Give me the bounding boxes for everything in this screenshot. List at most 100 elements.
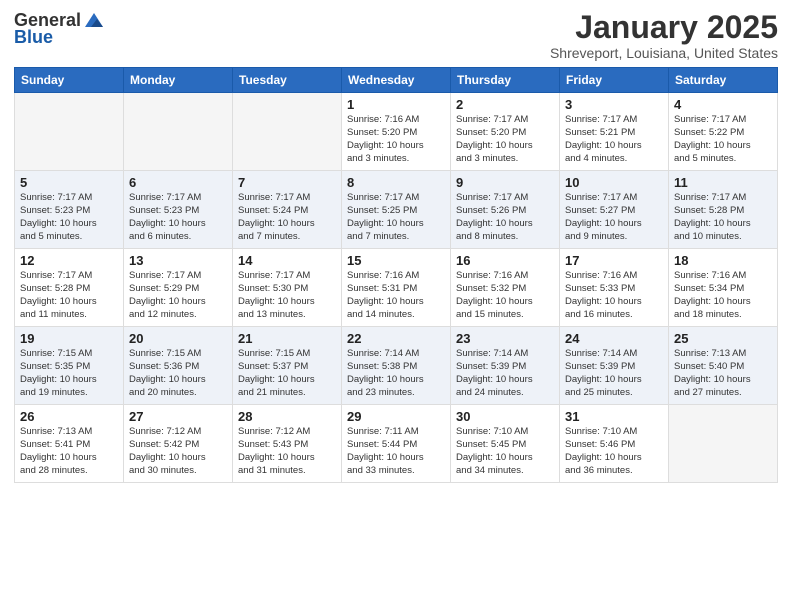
title-block: January 2025 Shreveport, Louisiana, Unit…	[550, 10, 778, 61]
cell-day-info: Sunrise: 7:16 AM Sunset: 5:33 PM Dayligh…	[565, 270, 663, 321]
table-row: 18 Sunrise: 7:16 AM Sunset: 5:34 PM Dayli…	[669, 249, 778, 327]
table-row: 11 Sunrise: 7:17 AM Sunset: 5:28 PM Dayli…	[669, 171, 778, 249]
calendar-week-row: 26Sunrise: 7:13 AM Sunset: 5:41 PM Dayli…	[15, 405, 778, 483]
cell-day-number: 19	[20, 331, 118, 346]
cell-day-info: Sunrise: 7:15 AM Sunset: 5:37 PM Dayligh…	[238, 348, 336, 399]
cell-day-info: Sunrise: 7:14 AM Sunset: 5:39 PM Dayligh…	[565, 348, 663, 399]
header-friday: Friday	[560, 68, 669, 93]
cell-day-number: 27	[129, 409, 227, 424]
cell-day-info: Sunrise: 7:17 AM Sunset: 5:24 PM Dayligh…	[238, 192, 336, 243]
cell-day-info: Sunrise: 7:14 AM Sunset: 5:38 PM Dayligh…	[347, 348, 445, 399]
calendar-subtitle: Shreveport, Louisiana, United States	[550, 45, 778, 61]
cell-day-info: Sunrise: 7:17 AM Sunset: 5:28 PM Dayligh…	[674, 192, 772, 243]
cell-day-number: 11	[674, 175, 772, 190]
table-row: 15 Sunrise: 7:16 AM Sunset: 5:31 PM Dayli…	[342, 249, 451, 327]
table-row: 24 Sunrise: 7:14 AM Sunset: 5:39 PM Dayli…	[560, 327, 669, 405]
cell-day-number: 7	[238, 175, 336, 190]
calendar-week-row: 12 Sunrise: 7:17 AM Sunset: 5:28 PM Dayli…	[15, 249, 778, 327]
table-row: 1Sunrise: 7:16 AM Sunset: 5:20 PM Daylig…	[342, 93, 451, 171]
table-row: 25Sunrise: 7:13 AM Sunset: 5:40 PM Dayli…	[669, 327, 778, 405]
header: General Blue January 2025 Shreveport, Lo…	[14, 10, 778, 61]
cell-day-info: Sunrise: 7:17 AM Sunset: 5:28 PM Dayligh…	[20, 270, 118, 321]
cell-day-number: 16	[456, 253, 554, 268]
cell-day-number: 4	[674, 97, 772, 112]
cell-day-number: 15	[347, 253, 445, 268]
table-row: 19 Sunrise: 7:15 AM Sunset: 5:35 PM Dayli…	[15, 327, 124, 405]
cell-day-info: Sunrise: 7:17 AM Sunset: 5:25 PM Dayligh…	[347, 192, 445, 243]
table-row: 23 Sunrise: 7:14 AM Sunset: 5:39 PM Dayli…	[451, 327, 560, 405]
cell-day-number: 12	[20, 253, 118, 268]
header-thursday: Thursday	[451, 68, 560, 93]
cell-day-info: Sunrise: 7:17 AM Sunset: 5:20 PM Dayligh…	[456, 114, 554, 165]
table-row: 5Sunrise: 7:17 AM Sunset: 5:23 PM Daylig…	[15, 171, 124, 249]
table-row: 6Sunrise: 7:17 AM Sunset: 5:23 PM Daylig…	[124, 171, 233, 249]
cell-day-number: 10	[565, 175, 663, 190]
calendar-table: Sunday Monday Tuesday Wednesday Thursday…	[14, 67, 778, 483]
table-row: 16 Sunrise: 7:16 AM Sunset: 5:32 PM Dayli…	[451, 249, 560, 327]
cell-day-info: Sunrise: 7:10 AM Sunset: 5:46 PM Dayligh…	[565, 426, 663, 477]
cell-day-number: 26	[20, 409, 118, 424]
logo-blue: Blue	[14, 27, 53, 48]
cell-day-info: Sunrise: 7:17 AM Sunset: 5:27 PM Dayligh…	[565, 192, 663, 243]
cell-day-info: Sunrise: 7:17 AM Sunset: 5:22 PM Dayligh…	[674, 114, 772, 165]
table-row: 22 Sunrise: 7:14 AM Sunset: 5:38 PM Dayli…	[342, 327, 451, 405]
cell-day-info: Sunrise: 7:16 AM Sunset: 5:31 PM Dayligh…	[347, 270, 445, 321]
cell-day-number: 3	[565, 97, 663, 112]
table-row: 17 Sunrise: 7:16 AM Sunset: 5:33 PM Dayli…	[560, 249, 669, 327]
header-wednesday: Wednesday	[342, 68, 451, 93]
table-row: 9 Sunrise: 7:17 AM Sunset: 5:26 PM Daylig…	[451, 171, 560, 249]
cell-day-info: Sunrise: 7:11 AM Sunset: 5:44 PM Dayligh…	[347, 426, 445, 477]
cell-day-info: Sunrise: 7:17 AM Sunset: 5:26 PM Dayligh…	[456, 192, 554, 243]
cell-day-number: 21	[238, 331, 336, 346]
table-row: 29 Sunrise: 7:11 AM Sunset: 5:44 PM Dayli…	[342, 405, 451, 483]
cell-day-number: 8	[347, 175, 445, 190]
cell-day-number: 5	[20, 175, 118, 190]
cell-day-number: 9	[456, 175, 554, 190]
weekday-header-row: Sunday Monday Tuesday Wednesday Thursday…	[15, 68, 778, 93]
cell-day-info: Sunrise: 7:12 AM Sunset: 5:42 PM Dayligh…	[129, 426, 227, 477]
cell-day-number: 17	[565, 253, 663, 268]
table-row	[124, 93, 233, 171]
cell-day-number: 1	[347, 97, 445, 112]
cell-day-number: 18	[674, 253, 772, 268]
table-row: 3 Sunrise: 7:17 AM Sunset: 5:21 PM Daylig…	[560, 93, 669, 171]
cell-day-number: 30	[456, 409, 554, 424]
cell-day-number: 2	[456, 97, 554, 112]
table-row: 13 Sunrise: 7:17 AM Sunset: 5:29 PM Dayli…	[124, 249, 233, 327]
table-row: 27 Sunrise: 7:12 AM Sunset: 5:42 PM Dayli…	[124, 405, 233, 483]
table-row: 2 Sunrise: 7:17 AM Sunset: 5:20 PM Daylig…	[451, 93, 560, 171]
table-row: 21 Sunrise: 7:15 AM Sunset: 5:37 PM Dayli…	[233, 327, 342, 405]
cell-day-info: Sunrise: 7:17 AM Sunset: 5:23 PM Dayligh…	[129, 192, 227, 243]
cell-day-info: Sunrise: 7:14 AM Sunset: 5:39 PM Dayligh…	[456, 348, 554, 399]
header-monday: Monday	[124, 68, 233, 93]
table-row: 30Sunrise: 7:10 AM Sunset: 5:45 PM Dayli…	[451, 405, 560, 483]
table-row: 28Sunrise: 7:12 AM Sunset: 5:43 PM Dayli…	[233, 405, 342, 483]
cell-day-number: 23	[456, 331, 554, 346]
cell-day-number: 22	[347, 331, 445, 346]
cell-day-info: Sunrise: 7:15 AM Sunset: 5:35 PM Dayligh…	[20, 348, 118, 399]
table-row: 8 Sunrise: 7:17 AM Sunset: 5:25 PM Daylig…	[342, 171, 451, 249]
cell-day-number: 29	[347, 409, 445, 424]
cell-day-info: Sunrise: 7:12 AM Sunset: 5:43 PM Dayligh…	[238, 426, 336, 477]
calendar-week-row: 19 Sunrise: 7:15 AM Sunset: 5:35 PM Dayli…	[15, 327, 778, 405]
cell-day-info: Sunrise: 7:15 AM Sunset: 5:36 PM Dayligh…	[129, 348, 227, 399]
table-row: 14 Sunrise: 7:17 AM Sunset: 5:30 PM Dayli…	[233, 249, 342, 327]
cell-day-info: Sunrise: 7:17 AM Sunset: 5:21 PM Dayligh…	[565, 114, 663, 165]
header-sunday: Sunday	[15, 68, 124, 93]
cell-day-info: Sunrise: 7:17 AM Sunset: 5:30 PM Dayligh…	[238, 270, 336, 321]
logo: General Blue	[14, 10, 105, 48]
cell-day-info: Sunrise: 7:17 AM Sunset: 5:29 PM Dayligh…	[129, 270, 227, 321]
logo-icon	[83, 11, 105, 29]
cell-day-info: Sunrise: 7:16 AM Sunset: 5:34 PM Dayligh…	[674, 270, 772, 321]
cell-day-number: 24	[565, 331, 663, 346]
table-row: 12 Sunrise: 7:17 AM Sunset: 5:28 PM Dayli…	[15, 249, 124, 327]
calendar-week-row: 5 Sunrise: 7:17 AM Sunset: 5:23 PM Daylig…	[15, 171, 778, 249]
calendar-week-row: 1Sunrise: 7:16 AM Sunset: 5:20 PM Daylig…	[15, 93, 778, 171]
cell-day-info: Sunrise: 7:16 AM Sunset: 5:32 PM Dayligh…	[456, 270, 554, 321]
table-row: 31Sunrise: 7:10 AM Sunset: 5:46 PM Dayli…	[560, 405, 669, 483]
table-row	[669, 405, 778, 483]
table-row: 26Sunrise: 7:13 AM Sunset: 5:41 PM Dayli…	[15, 405, 124, 483]
cell-day-number: 13	[129, 253, 227, 268]
cell-day-number: 14	[238, 253, 336, 268]
table-row: 7 Sunrise: 7:17 AM Sunset: 5:24 PM Daylig…	[233, 171, 342, 249]
